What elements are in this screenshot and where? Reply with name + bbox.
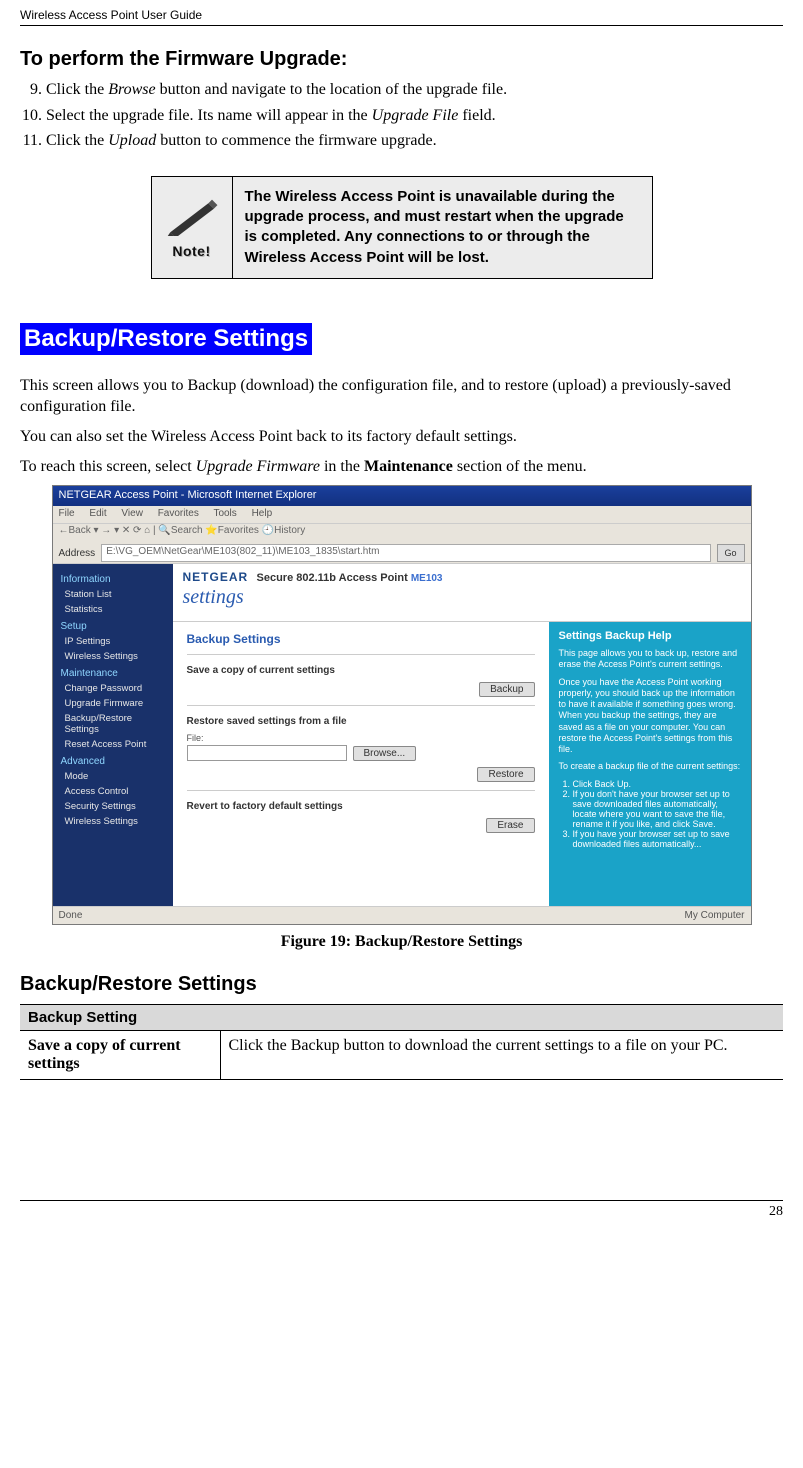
para-intro-2: You can also set the Wireless Access Poi… — [20, 426, 783, 448]
step-11: Click the Upload button to commence the … — [46, 130, 783, 152]
sidebar-item-station-list[interactable]: Station List — [53, 587, 173, 602]
sidebar-header-setup: Setup — [53, 617, 173, 634]
figure-screenshot: NETGEAR Access Point - Microsoft Interne… — [52, 485, 752, 925]
browser-menubar: File Edit View Favorites Tools Help — [53, 506, 751, 524]
upgrade-steps-list: Click the Browse button and navigate to … — [20, 79, 783, 152]
para3-italic: Upgrade Firmware — [196, 458, 320, 475]
browser-toolbar: ←Back ▾ → ▾ ✕ ⟳ ⌂ | 🔍Search ⭐Favorites 🕘… — [53, 524, 751, 564]
para-intro-3: To reach this screen, select Upgrade Fir… — [20, 456, 783, 478]
para3-mid: in the — [320, 458, 364, 475]
main-content: Backup Settings Save a copy of current s… — [173, 622, 549, 906]
heading-perform-upgrade: To perform the Firmware Upgrade: — [20, 48, 783, 71]
help-p2: Once you have the Access Point working p… — [559, 677, 741, 756]
table-cell-label: Save a copy of current settings — [20, 1031, 220, 1080]
running-header: Wireless Access Point User Guide — [20, 0, 783, 26]
save-copy-label: Save a copy of current settings — [187, 665, 535, 676]
step-9: Click the Browse button and navigate to … — [46, 79, 783, 101]
step-9-italic: Browse — [108, 81, 155, 98]
nav-sidebar: Information Station List Statistics Setu… — [53, 564, 173, 906]
sidebar-item-wireless-settings-adv[interactable]: Wireless Settings — [53, 814, 173, 829]
para3-post: section of the menu. — [453, 458, 587, 475]
menu-file[interactable]: File — [59, 508, 75, 519]
step-10-post: field. — [458, 107, 495, 124]
address-input[interactable]: E:\VG_OEM\NetGear\ME103(802_11)\ME103_18… — [101, 544, 710, 562]
restore-label: Restore saved settings from a file — [187, 716, 535, 727]
status-left: Done — [59, 910, 83, 921]
note-icon-cell: Note! — [151, 176, 232, 278]
status-right: My Computer — [684, 910, 744, 921]
step-9-post: button and navigate to the location of t… — [156, 81, 507, 98]
table-header-backup-setting: Backup Setting — [20, 1005, 783, 1031]
note-label: Note! — [164, 243, 220, 259]
note-text: The Wireless Access Point is unavailable… — [232, 176, 652, 278]
para3-pre: To reach this screen, select — [20, 458, 196, 475]
help-li3: If you have your browser set up to save … — [573, 829, 741, 849]
brand-product: Secure 802.11b Access Point — [257, 572, 411, 584]
sidebar-item-access-control[interactable]: Access Control — [53, 784, 173, 799]
note-callout: Note! The Wireless Access Point is unava… — [20, 176, 783, 279]
sidebar-header-information: Information — [53, 570, 173, 587]
brand-settings-word: settings — [183, 586, 741, 609]
file-input[interactable] — [187, 745, 347, 761]
help-li2: If you don't have your browser set up to… — [573, 789, 741, 829]
pencil-note-icon — [164, 196, 220, 236]
step-10: Select the upgrade file. Its name will a… — [46, 105, 783, 127]
table-row: Save a copy of current settings Click th… — [20, 1031, 783, 1080]
menu-favorites[interactable]: Favorites — [158, 508, 199, 519]
subheading-backup-restore: Backup/Restore Settings — [20, 973, 783, 996]
help-p3: To create a backup file of the current s… — [559, 761, 741, 772]
help-li1: Click Back Up. — [573, 779, 741, 789]
brand-header: NETGEAR Secure 802.11b Access Point ME10… — [173, 564, 751, 622]
table-cell-desc: Click the Backup button to download the … — [220, 1031, 783, 1080]
address-label: Address — [59, 548, 96, 559]
browse-button[interactable]: Browse... — [353, 746, 417, 761]
sidebar-header-maintenance: Maintenance — [53, 664, 173, 681]
menu-tools[interactable]: Tools — [213, 508, 236, 519]
sidebar-item-statistics[interactable]: Statistics — [53, 602, 173, 617]
backup-button[interactable]: Backup — [479, 682, 534, 697]
menu-view[interactable]: View — [121, 508, 143, 519]
browser-titlebar: NETGEAR Access Point - Microsoft Interne… — [53, 486, 751, 506]
section-heading-backup-restore: Backup/Restore Settings — [20, 323, 312, 355]
browser-statusbar: Done My Computer — [53, 906, 751, 924]
help-panel: Settings Backup Help This page allows yo… — [549, 622, 751, 906]
para3-bold: Maintenance — [364, 458, 453, 475]
sidebar-item-security-settings[interactable]: Security Settings — [53, 799, 173, 814]
help-p1: This page allows you to back up, restore… — [559, 648, 741, 671]
file-label: File: — [187, 733, 535, 743]
revert-label: Revert to factory default settings — [187, 801, 535, 812]
menu-edit[interactable]: Edit — [89, 508, 106, 519]
sidebar-item-reset-access-point[interactable]: Reset Access Point — [53, 737, 173, 752]
step-11-italic: Upload — [108, 132, 156, 149]
sidebar-item-ip-settings[interactable]: IP Settings — [53, 634, 173, 649]
step-11-pre: Click the — [46, 132, 108, 149]
figure-caption: Figure 19: Backup/Restore Settings — [281, 933, 523, 951]
page-number: 28 — [20, 1200, 783, 1220]
sidebar-item-wireless-settings[interactable]: Wireless Settings — [53, 649, 173, 664]
para-intro-1: This screen allows you to Backup (downlo… — [20, 375, 783, 418]
toolbar-buttons[interactable]: ←Back ▾ → ▾ ✕ ⟳ ⌂ | 🔍Search ⭐Favorites 🕘… — [59, 525, 745, 536]
menu-help[interactable]: Help — [252, 508, 273, 519]
go-button[interactable]: Go — [717, 544, 745, 562]
step-10-italic: Upgrade File — [372, 107, 459, 124]
settings-table: Backup Setting Save a copy of current se… — [20, 1004, 783, 1080]
step-9-pre: Click the — [46, 81, 108, 98]
step-10-pre: Select the upgrade file. Its name will a… — [46, 107, 372, 124]
restore-button[interactable]: Restore — [477, 767, 534, 782]
brand-model: ME103 — [411, 573, 443, 584]
sidebar-header-advanced: Advanced — [53, 752, 173, 769]
help-title: Settings Backup Help — [559, 630, 741, 642]
sidebar-item-mode[interactable]: Mode — [53, 769, 173, 784]
brand-netgear: NETGEAR — [183, 570, 249, 584]
step-11-post: button to commence the firmware upgrade. — [156, 132, 436, 149]
content-title: Backup Settings — [187, 632, 535, 646]
sidebar-item-backup-restore[interactable]: Backup/Restore Settings — [53, 711, 173, 737]
erase-button[interactable]: Erase — [486, 818, 534, 833]
sidebar-item-upgrade-firmware[interactable]: Upgrade Firmware — [53, 696, 173, 711]
sidebar-item-change-password[interactable]: Change Password — [53, 681, 173, 696]
